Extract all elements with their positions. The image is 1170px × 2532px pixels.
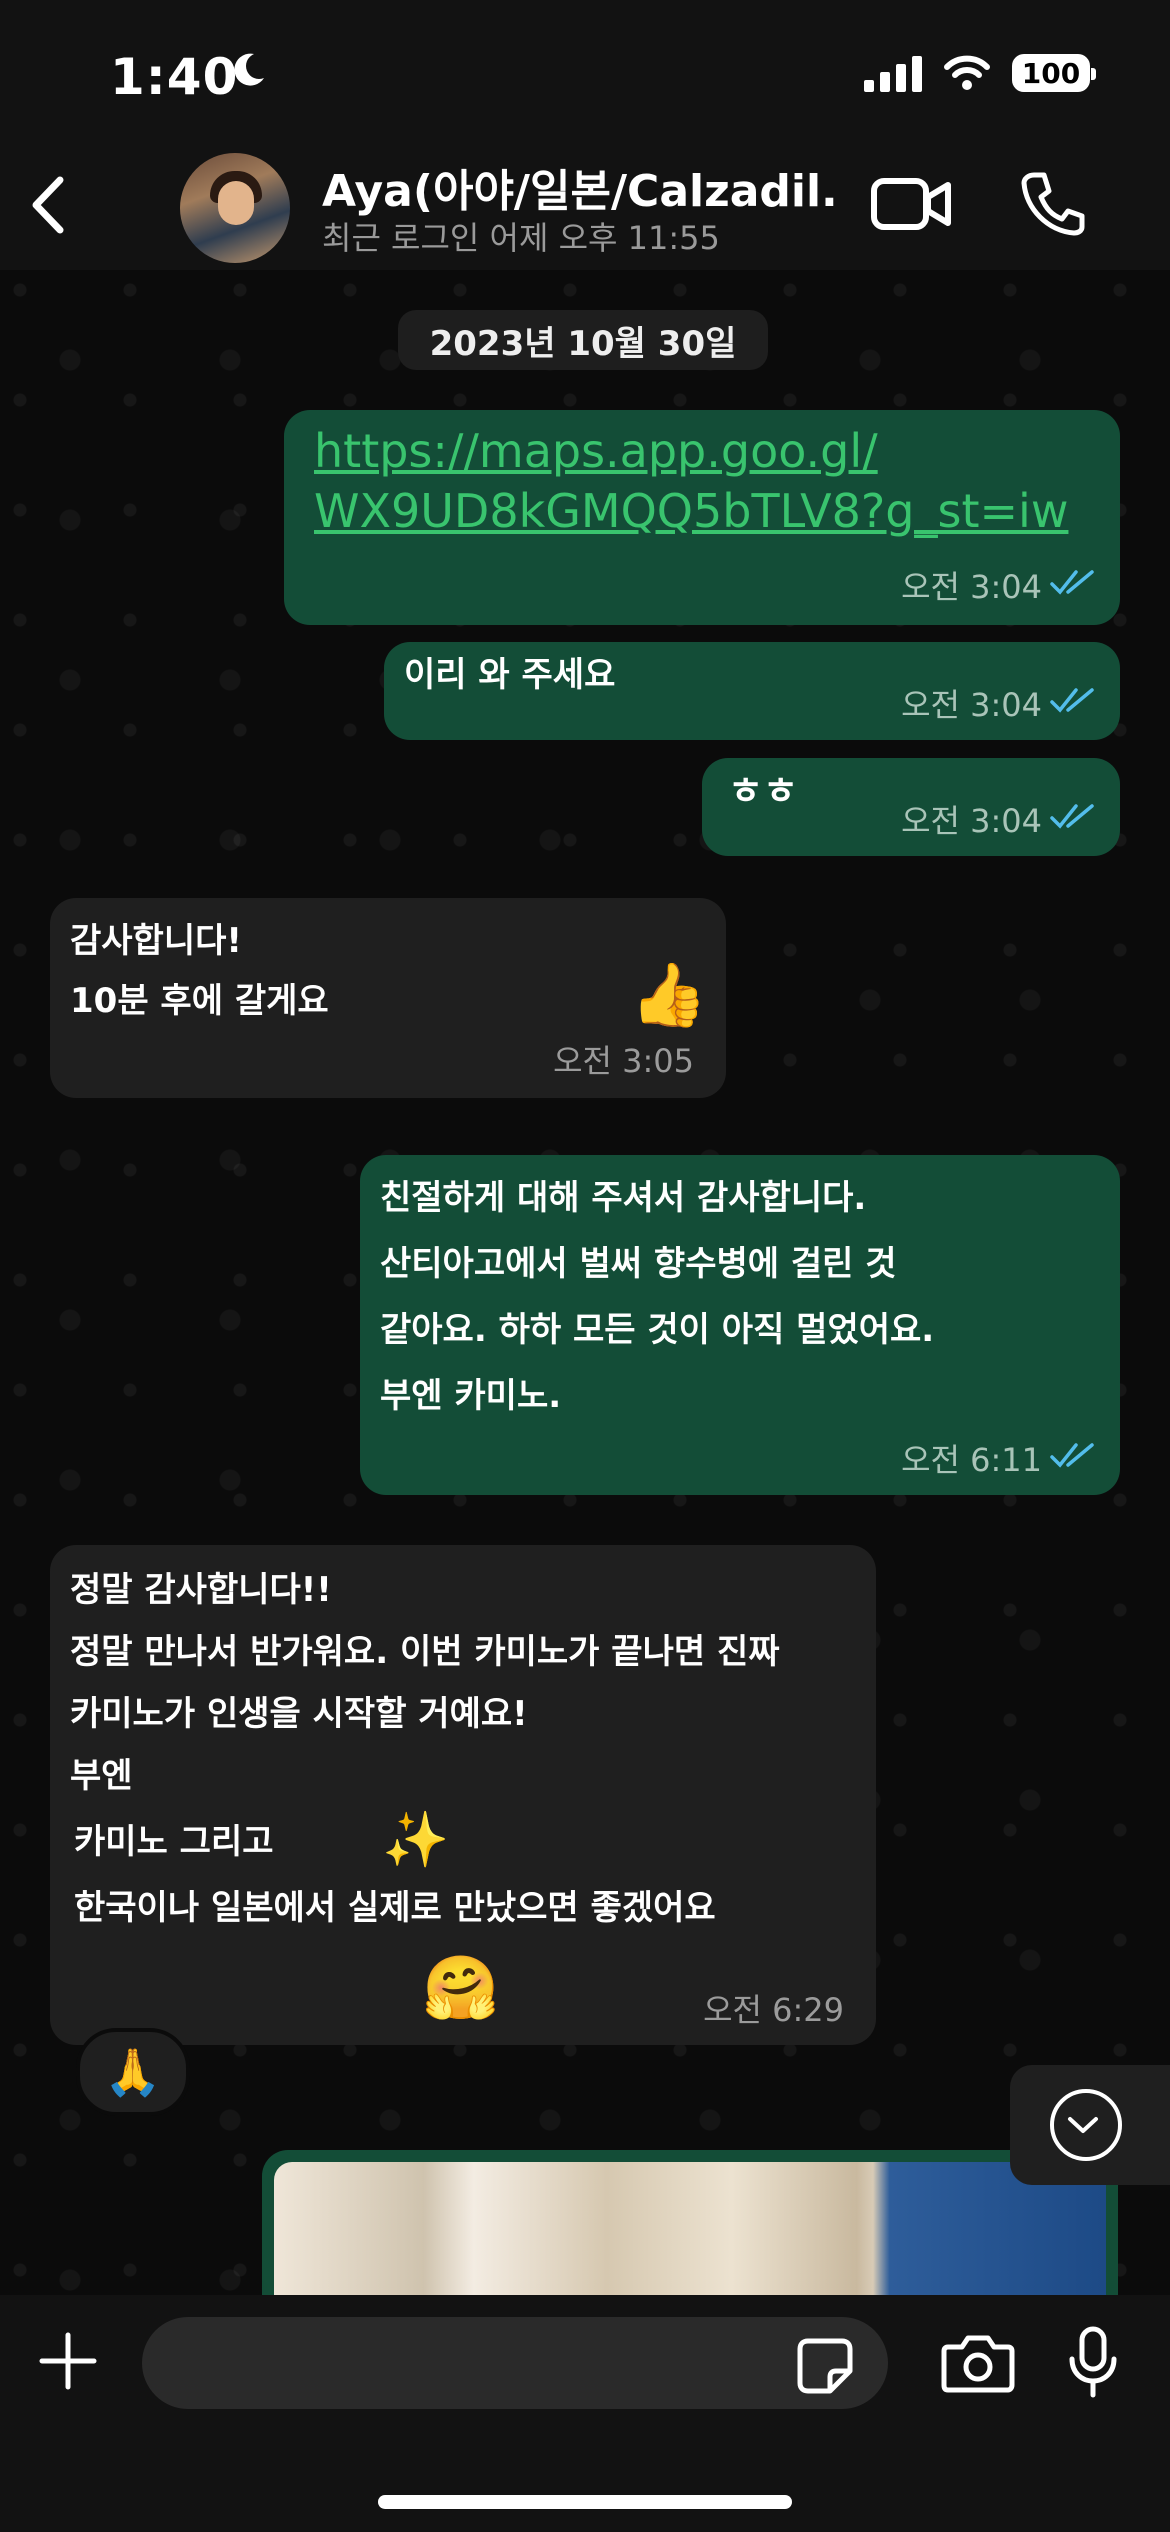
chevron-down-icon xyxy=(1068,2117,1098,2133)
message-line: 한국이나 일본에서 실제로 만났으면 좋겠어요 xyxy=(74,1888,716,1928)
message-bubble[interactable]: 친절하게 대해 주셔서 감사합니다. 산티아고에서 벌써 향수병에 걸린 것 같… xyxy=(360,1155,1120,1495)
image-preview[interactable] xyxy=(274,2162,1106,2295)
message-line: 친절하게 대해 주셔서 감사합니다. xyxy=(380,1178,867,1218)
status-time: 1:40 xyxy=(110,48,239,106)
message-bubble[interactable]: ㅎㅎ 오전 3:04 xyxy=(702,758,1120,856)
message-line: 산티아고에서 벌써 향수병에 걸린 것 xyxy=(380,1244,897,1284)
read-ticks-icon xyxy=(1050,1443,1094,1468)
microphone-icon[interactable] xyxy=(1066,2325,1120,2401)
message-link-line2[interactable]: WX9UD8kGMQQ5bTLV8?g_st=iw xyxy=(314,480,1068,542)
phone-icon[interactable] xyxy=(1018,169,1088,239)
message-line: 카미노 그리고 xyxy=(74,1822,274,1862)
chat-header: Aya(아야/일본/Calzadil... 최근 로그인 어제 오후 11:55 xyxy=(0,145,1170,270)
date-separator: 2023년 10월 30일 xyxy=(398,310,768,370)
home-indicator xyxy=(378,2495,792,2509)
contact-name[interactable]: Aya(아야/일본/Calzadil... xyxy=(322,155,842,219)
read-ticks-icon xyxy=(1050,688,1094,713)
message-bubble[interactable]: 이리 와 주세요 오전 3:04 xyxy=(384,642,1120,740)
video-call-icon[interactable] xyxy=(870,173,952,235)
plus-icon[interactable] xyxy=(38,2331,98,2391)
message-line: 10분 후에 갈게요 xyxy=(70,981,329,1021)
message-link-line1[interactable]: https://maps.app.goo.gl/ xyxy=(314,420,878,482)
message-bubble-incoming[interactable]: 감사합니다! 10분 후에 갈게요 👍 오전 3:05 xyxy=(50,898,726,1098)
message-line: 같아요. 하하 모든 것이 아직 멀었어요. xyxy=(380,1310,935,1350)
message-line: 정말 감사합니다!! xyxy=(70,1570,332,1610)
message-time: 오전 6:11 xyxy=(901,1441,1042,1479)
message-time: 오전 3:05 xyxy=(553,1042,694,1080)
message-bubble-link[interactable]: https://maps.app.goo.gl/ WX9UD8kGMQQ5bTL… xyxy=(284,410,1120,625)
reaction-emoji[interactable]: 🙏 xyxy=(76,2028,190,2116)
status-indicators: 100 xyxy=(864,54,1096,92)
signal-icon xyxy=(864,54,922,92)
message-line: 카미노가 인생을 시작할 거예요! xyxy=(70,1694,528,1734)
moon-icon xyxy=(234,53,264,86)
message-text: ㅎㅎ xyxy=(728,769,798,813)
message-line: 감사합니다! xyxy=(70,921,242,961)
composer-bar xyxy=(0,2295,1170,2532)
message-time: 오전 3:04 xyxy=(901,686,1042,724)
read-ticks-icon xyxy=(1050,804,1094,829)
back-icon[interactable] xyxy=(20,170,80,240)
camera-icon[interactable] xyxy=(940,2333,1016,2395)
image-message[interactable] xyxy=(262,2150,1118,2295)
message-line: 정말 만나서 반가워요. 이번 카미노가 끝나면 진짜 xyxy=(70,1632,780,1672)
battery-level: 100 xyxy=(1021,56,1081,90)
message-time: 오전 3:04 xyxy=(901,802,1042,840)
message-line: 부엔 xyxy=(70,1756,133,1796)
wifi-icon xyxy=(944,55,990,90)
read-ticks-icon xyxy=(1050,570,1094,595)
message-bubble-incoming[interactable]: 정말 감사합니다!! 정말 만나서 반가워요. 이번 카미노가 끝나면 진짜 카… xyxy=(50,1545,876,2045)
chat-area[interactable]: 2023년 10월 30일 https://maps.app.goo.gl/ W… xyxy=(0,270,1170,2295)
message-time: 오전 3:04 xyxy=(901,568,1042,606)
thumbs-up-emoji: 👍 xyxy=(630,958,708,1031)
message-time: 오전 6:29 xyxy=(703,1991,844,2029)
status-bar: 1:40 100 xyxy=(0,0,1170,145)
sparkles-emoji: ✨ xyxy=(382,1808,450,1871)
message-input[interactable] xyxy=(142,2317,888,2409)
hugging-face-emoji: 🤗 xyxy=(422,1951,500,2024)
message-text: 이리 와 주세요 xyxy=(404,655,616,695)
contact-status: 최근 로그인 어제 오후 11:55 xyxy=(322,219,720,257)
scroll-to-bottom-button[interactable] xyxy=(1010,2065,1170,2185)
message-line: 부엔 카미노. xyxy=(380,1376,562,1416)
avatar[interactable] xyxy=(180,153,290,263)
sticker-icon[interactable] xyxy=(796,2337,854,2395)
battery-icon: 100 xyxy=(1012,54,1096,92)
